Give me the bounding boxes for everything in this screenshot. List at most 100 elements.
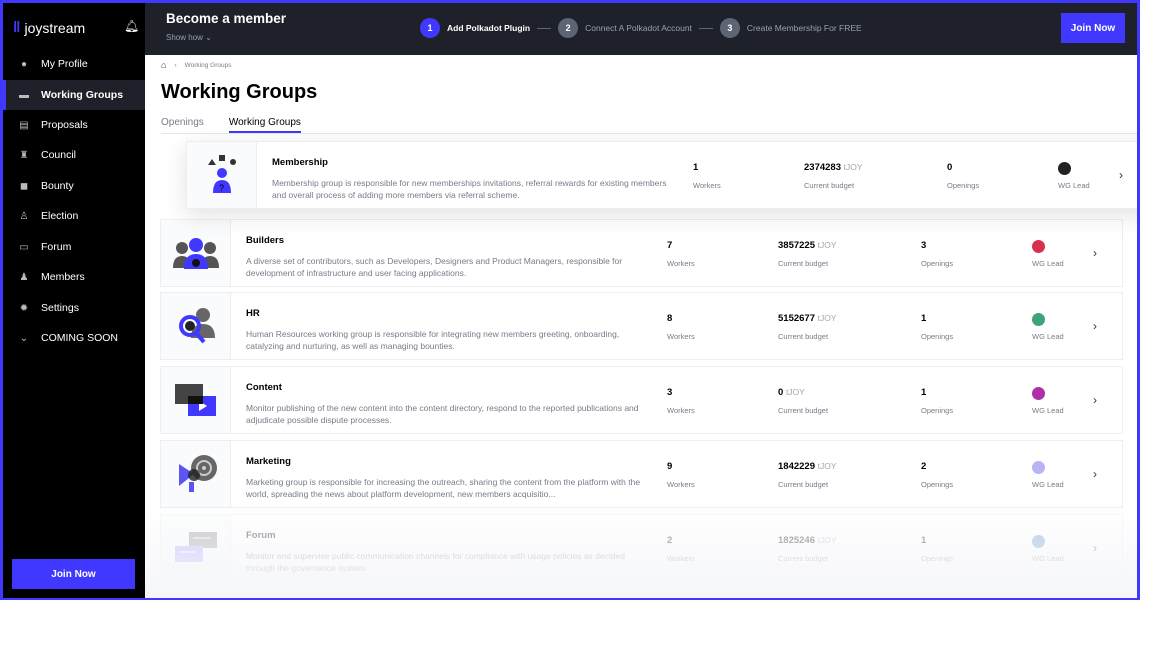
budget-stat: 0 tJOY Current budget <box>778 367 921 433</box>
bell-icon[interactable]: 🔔︎ <box>124 19 139 33</box>
lead-avatar[interactable] <box>1032 240 1045 253</box>
sidebar-item-proposals[interactable]: ▤ Proposals <box>3 110 145 140</box>
budget-unit: tJOY <box>817 535 837 545</box>
group-info: Builders A diverse set of contributors, s… <box>231 220 667 286</box>
group-info: Forum Monitor and supervise public commun… <box>231 515 667 581</box>
workers-count: 1 <box>693 162 699 173</box>
user-icon: ● <box>20 58 28 70</box>
working-group-row-hr[interactable]: HR Human Resources working group is respo… <box>160 292 1123 360</box>
workers-label: Workers <box>667 259 695 268</box>
group-description: Membership group is responsible for new … <box>272 178 667 200</box>
banner-title: Become a member <box>166 11 287 26</box>
working-group-row-marketing[interactable]: Marketing Marketing group is responsible … <box>160 440 1123 508</box>
group-description: Human Resources working group is respons… <box>246 329 620 351</box>
workers-count: 3 <box>667 387 673 398</box>
chevron-right-icon[interactable]: › <box>1093 441 1097 507</box>
group-description: A diverse set of contributors, such as D… <box>246 256 623 278</box>
lead-label: WG Lead <box>1032 406 1064 415</box>
workers-label: Workers <box>667 332 695 341</box>
step-label: Add Polkadot Plugin <box>447 23 531 33</box>
content-group-icon <box>161 367 231 433</box>
lead-avatar[interactable] <box>1032 387 1045 400</box>
sidebar-item-label: Forum <box>41 241 72 253</box>
tab-working-groups[interactable]: Working Groups <box>228 117 301 133</box>
budget-value: 3857225 <box>778 240 815 251</box>
lead-avatar[interactable] <box>1032 535 1045 548</box>
budget-value: 2374283 <box>804 162 841 173</box>
step-1: 1 Add Polkadot Plugin <box>420 18 530 38</box>
bounty-icon: ◼ <box>19 180 29 192</box>
step-label: Create Membership For FREE <box>746 23 862 33</box>
lead-avatar[interactable] <box>1032 461 1045 474</box>
sidebar-item-label: Members <box>41 271 85 283</box>
workers-count: 2 <box>667 535 673 546</box>
budget-label: Current budget <box>778 554 829 563</box>
openings-label: Openings <box>921 406 954 415</box>
home-icon[interactable]: ⌂ <box>161 60 166 70</box>
sidebar-item-label: Proposals <box>41 119 88 131</box>
lead-avatar[interactable] <box>1058 162 1071 175</box>
logo[interactable]: ǁ joystream <box>13 19 85 36</box>
sidebar-item-council[interactable]: ♜ Council <box>3 140 145 170</box>
budget-unit: tJOY <box>785 387 805 397</box>
hr-group-icon <box>161 293 231 359</box>
chevron-right-icon[interactable]: › <box>1093 515 1097 581</box>
chevron-right-icon[interactable]: › <box>1093 367 1097 433</box>
openings-count: 1 <box>921 313 927 324</box>
lead-label: WG Lead <box>1032 259 1064 268</box>
sidebar-join-now-button[interactable]: Join Now <box>12 559 135 589</box>
group-info: HR Human Resources working group is respo… <box>231 293 667 359</box>
show-how-toggle[interactable]: Show how ⌄ <box>166 33 212 42</box>
chevron-right-icon[interactable]: › <box>1093 220 1097 286</box>
working-group-row-forum[interactable]: Forum Monitor and supervise public commun… <box>160 514 1123 582</box>
membership-steps: 1 Add Polkadot Plugin 2 Connect A Polkadot… <box>420 18 862 38</box>
logo-text: joystream <box>24 19 86 36</box>
openings-label: Openings <box>921 332 954 341</box>
openings-count: 0 <box>947 162 953 173</box>
sidebar-item-my-profile[interactable]: ● My Profile <box>3 49 145 79</box>
lead-avatar[interactable] <box>1032 313 1045 326</box>
sidebar-item-settings[interactable]: ✹ Settings <box>3 293 145 323</box>
group-info: Content Monitor publishing of the new con… <box>231 367 667 433</box>
budget-label: Current budget <box>804 181 855 190</box>
workers-stat: 2 Workers <box>667 515 778 581</box>
working-group-row-content[interactable]: Content Monitor publishing of the new con… <box>160 366 1123 434</box>
tab-openings[interactable]: Openings <box>161 117 204 133</box>
chevron-down-icon: ⌄ <box>19 332 29 344</box>
forum-group-icon <box>161 515 231 581</box>
workers-stat: 7 Workers <box>667 220 778 286</box>
sidebar-item-election[interactable]: ♙ Election <box>3 201 145 231</box>
budget-unit: tJOY <box>817 240 837 250</box>
step-number: 2 <box>558 18 579 38</box>
step-3: 3 Create Membership For FREE <box>719 18 862 38</box>
sidebar-item-bounty[interactable]: ◼ Bounty <box>3 171 145 201</box>
chevron-right-icon[interactable]: › <box>1119 142 1123 208</box>
svg-text:?: ? <box>219 183 224 193</box>
sidebar-item-label: COMING SOON <box>41 332 119 344</box>
budget-value: 0 <box>778 387 784 398</box>
sidebar-item-label: Bounty <box>41 180 74 192</box>
breadcrumb-current: Working Groups <box>184 61 232 69</box>
group-info: Marketing Marketing group is responsible … <box>231 441 667 507</box>
group-description: Monitor and supervise public communicati… <box>246 551 625 573</box>
working-group-row-builders[interactable]: Builders A diverse set of contributors, s… <box>160 219 1123 287</box>
budget-unit: tJOY <box>817 461 837 471</box>
openings-stat: 1 Openings <box>921 293 1032 359</box>
workers-stat: 9 Workers <box>667 441 778 507</box>
working-group-row-membership[interactable]: ? Membership Membership group is responsi… <box>186 141 1137 209</box>
header-join-now-button[interactable]: Join Now <box>1061 13 1125 43</box>
tabs: Openings Working Groups <box>161 117 301 133</box>
budget-label: Current budget <box>778 332 829 341</box>
sidebar-item-working-groups[interactable]: ▬ Working Groups <box>3 80 145 110</box>
app-window: ǁ joystream 🔔︎ ● My Profile ▬ Working Groups… <box>0 0 1140 600</box>
sidebar-item-label: Settings <box>41 302 79 314</box>
budget-stat: 1842229 tJOY Current budget <box>778 441 921 507</box>
sidebar-item-forum[interactable]: ▭ Forum <box>3 232 145 262</box>
chevron-right-icon[interactable]: › <box>1093 293 1097 359</box>
budget-value: 5152677 <box>778 313 815 324</box>
budget-label: Current budget <box>778 406 829 415</box>
openings-count: 2 <box>921 461 927 472</box>
sidebar-item-coming-soon[interactable]: ⌄ COMING SOON <box>3 323 145 353</box>
budget-stat: 5152677 tJOY Current budget <box>778 293 921 359</box>
sidebar-item-members[interactable]: ♟ Members <box>3 262 145 292</box>
